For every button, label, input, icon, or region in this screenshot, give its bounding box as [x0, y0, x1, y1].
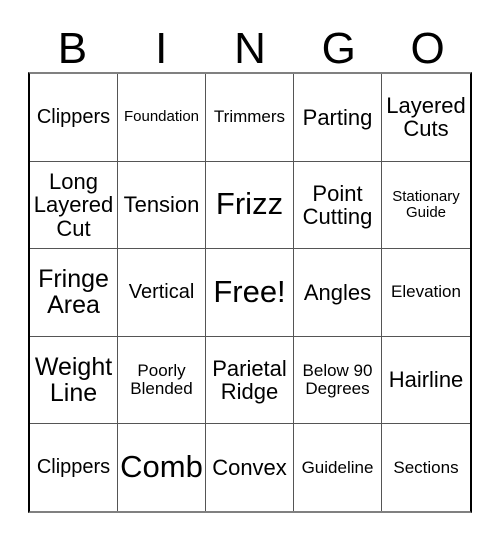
bingo-cell[interactable]: Sections: [382, 424, 470, 511]
bingo-grid: Clippers Foundation Trimmers Parting Lay…: [28, 72, 472, 513]
bingo-cell-label: Poorly Blended: [130, 361, 193, 399]
bingo-cell-label: Below 90 Degrees: [302, 361, 373, 399]
bingo-cell-label: Trimmers: [213, 107, 286, 127]
header-letter-i: I: [155, 24, 168, 73]
bingo-cell[interactable]: Frizz: [206, 161, 294, 249]
bingo-cell[interactable]: Parting: [294, 74, 382, 161]
bingo-cell[interactable]: Guideline: [294, 424, 382, 511]
bingo-row: Weight Line Poorly Blended Parietal Ridg…: [30, 336, 470, 425]
bingo-cell[interactable]: Tension: [118, 161, 206, 249]
bingo-row: Clippers Foundation Trimmers Parting Lay…: [30, 74, 470, 162]
bingo-cell[interactable]: Stationary Guide: [382, 161, 470, 249]
bingo-cell-label: Long Layered Cut: [33, 168, 114, 241]
bingo-cell[interactable]: Layered Cuts: [382, 74, 470, 161]
bingo-row: Fringe Area Vertical Free! Angles Elevat…: [30, 249, 470, 337]
header-letter-o: O: [410, 24, 445, 73]
bingo-row: Clippers Comb Convex Guideline Sections: [30, 424, 470, 511]
bingo-cell-label: Vertical: [128, 280, 195, 303]
bingo-cell-label: Fringe Area: [38, 264, 109, 320]
bingo-cell[interactable]: Convex: [206, 424, 294, 511]
header-letter-g: G: [321, 24, 356, 73]
bingo-cell-label: Stationary Guide: [392, 188, 460, 221]
bingo-cell[interactable]: Trimmers: [206, 74, 294, 161]
bingo-cell-label: Layered Cuts: [386, 92, 466, 142]
bingo-cell-label: Sections: [393, 457, 459, 477]
bingo-cell[interactable]: Long Layered Cut: [30, 161, 118, 249]
bingo-cell-label: Parietal Ridge: [212, 355, 287, 405]
bingo-cell[interactable]: Comb: [118, 424, 206, 511]
bingo-cell[interactable]: Poorly Blended: [118, 336, 206, 424]
bingo-cell-label: Free!: [213, 274, 286, 310]
bingo-header: B I N G O: [28, 18, 472, 72]
bingo-cell-label: Foundation: [123, 108, 200, 126]
bingo-cell[interactable]: Weight Line: [30, 336, 118, 424]
bingo-cell[interactable]: Parietal Ridge: [206, 336, 294, 424]
bingo-cell-free[interactable]: Free!: [206, 249, 294, 336]
bingo-cell[interactable]: Clippers: [30, 424, 118, 511]
bingo-cell-label: Point Cutting: [302, 180, 373, 229]
header-letter-n: N: [234, 24, 266, 73]
bingo-cell-label: Comb: [120, 449, 203, 485]
bingo-cell-label: Parting: [302, 104, 373, 130]
bingo-cell-label: Tension: [123, 192, 200, 218]
bingo-card: B I N G O Clippers Foundation Trimmers P…: [0, 0, 500, 544]
bingo-cell[interactable]: Elevation: [382, 249, 470, 336]
bingo-cell-label: Clippers: [36, 456, 111, 479]
bingo-cell[interactable]: Clippers: [30, 74, 118, 161]
bingo-cell[interactable]: Hairline: [382, 336, 470, 424]
bingo-cell[interactable]: Below 90 Degrees: [294, 336, 382, 424]
bingo-cell-label: Frizz: [215, 186, 284, 222]
bingo-cell[interactable]: Vertical: [118, 249, 206, 336]
bingo-cell-label: Angles: [303, 279, 372, 305]
bingo-cell[interactable]: Fringe Area: [30, 249, 118, 336]
bingo-cell[interactable]: Foundation: [118, 74, 206, 161]
bingo-cell-label: Clippers: [36, 105, 111, 128]
bingo-cell[interactable]: Point Cutting: [294, 161, 382, 249]
bingo-cell-label: Guideline: [301, 457, 374, 477]
bingo-cell-label: Convex: [212, 455, 287, 481]
bingo-row: Long Layered Cut Tension Frizz Point Cut…: [30, 161, 470, 250]
bingo-cell-label: Elevation: [391, 282, 461, 302]
bingo-cell-label: Hairline: [388, 367, 464, 393]
header-letter-b: B: [57, 24, 88, 73]
bingo-cell-label: Weight Line: [34, 352, 113, 408]
bingo-cell[interactable]: Angles: [294, 249, 382, 336]
